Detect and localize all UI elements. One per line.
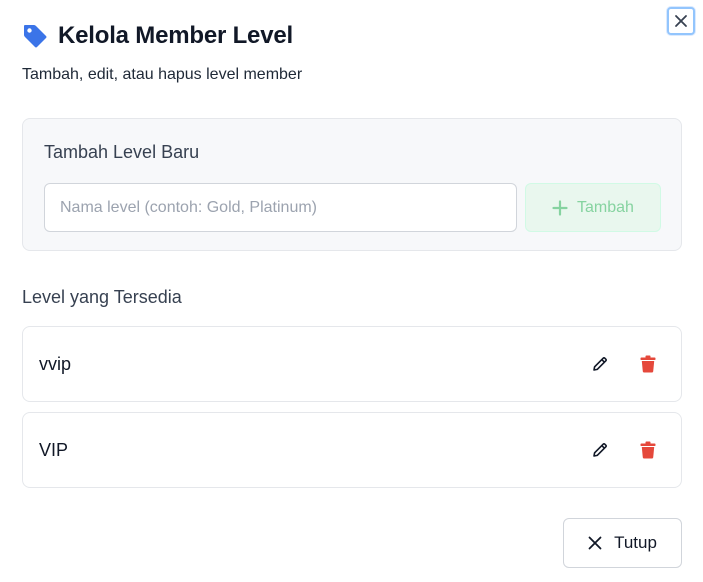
levels-section-title: Level yang Tersedia <box>22 287 182 307</box>
trash-icon <box>640 355 656 373</box>
add-level-card: Tambah Level Baru Tambah <box>22 118 682 251</box>
add-level-button[interactable]: Tambah <box>525 183 661 232</box>
level-item: VIP <box>22 412 682 488</box>
add-level-button-label: Tambah <box>577 198 634 216</box>
pencil-icon <box>593 357 607 371</box>
delete-level-button[interactable] <box>636 352 660 376</box>
close-icon <box>675 15 687 27</box>
close-dialog-button-label: Tutup <box>614 533 657 552</box>
dialog-close-x-button[interactable] <box>667 7 695 35</box>
dialog-header: Kelola Member Level <box>22 22 293 50</box>
level-item-name: VIP <box>39 440 69 460</box>
level-item: vvip <box>22 326 682 402</box>
edit-level-button[interactable] <box>588 352 612 376</box>
delete-level-button[interactable] <box>636 438 660 462</box>
close-icon <box>588 536 602 550</box>
pencil-icon <box>593 443 607 457</box>
plus-icon <box>552 199 568 216</box>
member-level-dialog: Kelola Member Level Tambah, edit, atau h… <box>0 0 703 582</box>
dialog-subtitle: Tambah, edit, atau hapus level member <box>22 66 303 83</box>
tag-icon <box>24 25 47 48</box>
dialog-title: Kelola Member Level <box>58 22 293 49</box>
level-name-input[interactable] <box>44 183 517 232</box>
trash-icon <box>640 441 656 459</box>
add-level-title: Tambah Level Baru <box>44 142 200 162</box>
close-dialog-button[interactable]: Tutup <box>563 518 682 568</box>
level-item-name: vvip <box>39 354 72 374</box>
edit-level-button[interactable] <box>588 438 612 462</box>
